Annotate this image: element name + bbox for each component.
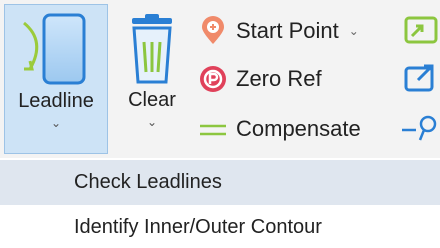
menu-item-label: Check Leadlines <box>74 171 222 193</box>
start-point-button[interactable]: Start Point ⌄ <box>198 14 359 48</box>
menu-item-check-leadlines[interactable]: Check Leadlines <box>0 160 440 205</box>
clear-button[interactable]: Clear ⌄ <box>112 4 192 154</box>
zero-ref-label: Zero Ref <box>236 66 322 91</box>
zero-ref-button[interactable]: Zero Ref <box>198 62 322 96</box>
chevron-down-icon[interactable]: ⌄ <box>147 116 157 128</box>
trash-icon <box>132 14 172 84</box>
leadline-button[interactable]: Leadline ⌄ <box>4 4 108 154</box>
chevron-down-icon[interactable]: ⌄ <box>349 24 359 38</box>
menu-item-label: Identify Inner/Outer Contour <box>74 216 322 238</box>
zero-ref-icon <box>200 66 226 92</box>
leadline-icon <box>23 13 86 85</box>
leadline-label: Leadline <box>18 90 94 112</box>
compensate-icon <box>200 124 226 136</box>
open-external-icon[interactable] <box>400 62 440 94</box>
export-green-icon[interactable] <box>400 14 440 46</box>
menu-item-identify-contour[interactable]: Identify Inner/Outer Contour <box>0 205 440 248</box>
clear-label: Clear <box>128 89 176 111</box>
start-point-icon <box>202 16 224 44</box>
chevron-down-icon[interactable]: ⌄ <box>51 117 61 129</box>
ribbon-toolbar: Leadline ⌄ Clear ⌄ Start Point ⌄ Zero Re… <box>0 0 440 158</box>
compensate-label: Compensate <box>236 116 361 141</box>
compensate-button[interactable]: Compensate <box>198 112 361 146</box>
start-point-label: Start Point <box>236 18 339 43</box>
pin-icon[interactable] <box>400 112 440 144</box>
